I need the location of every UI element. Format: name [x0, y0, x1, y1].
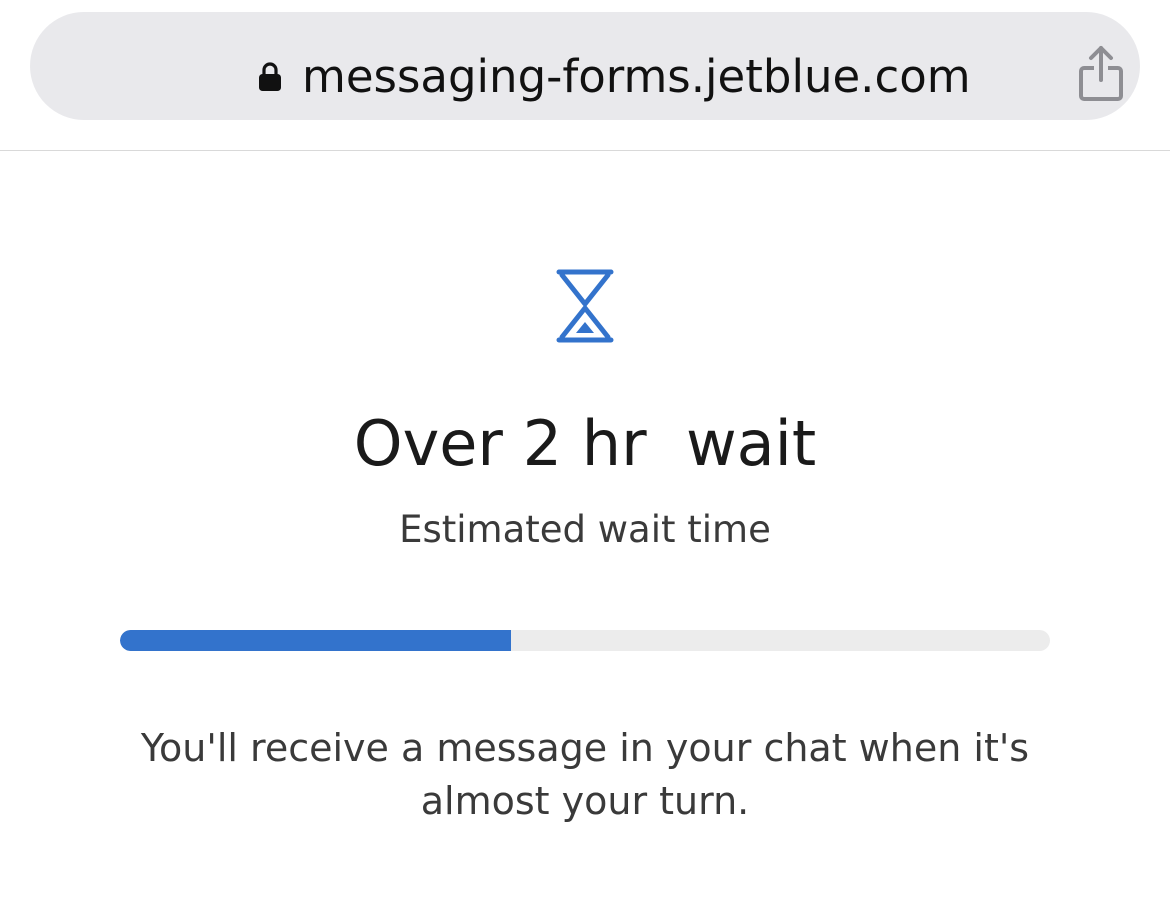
- wait-time-heading: Over 2 hr wait: [353, 407, 817, 480]
- lock-icon: [259, 62, 281, 91]
- url-text[interactable]: messaging-forms.jetblue.com: [302, 47, 971, 107]
- browser-bar: messaging-forms.jetblue.com: [0, 0, 1170, 151]
- hourglass-icon: [556, 269, 614, 343]
- address-bar[interactable]: messaging-forms.jetblue.com: [30, 12, 1140, 120]
- queue-message: You'll receive a message in your chat wh…: [140, 726, 1030, 823]
- wait-time-caption: Estimated wait time: [399, 508, 771, 551]
- queue-progress-fill: [120, 630, 511, 651]
- queue-progress-bar: [120, 630, 1050, 651]
- share-icon[interactable]: [1076, 44, 1126, 104]
